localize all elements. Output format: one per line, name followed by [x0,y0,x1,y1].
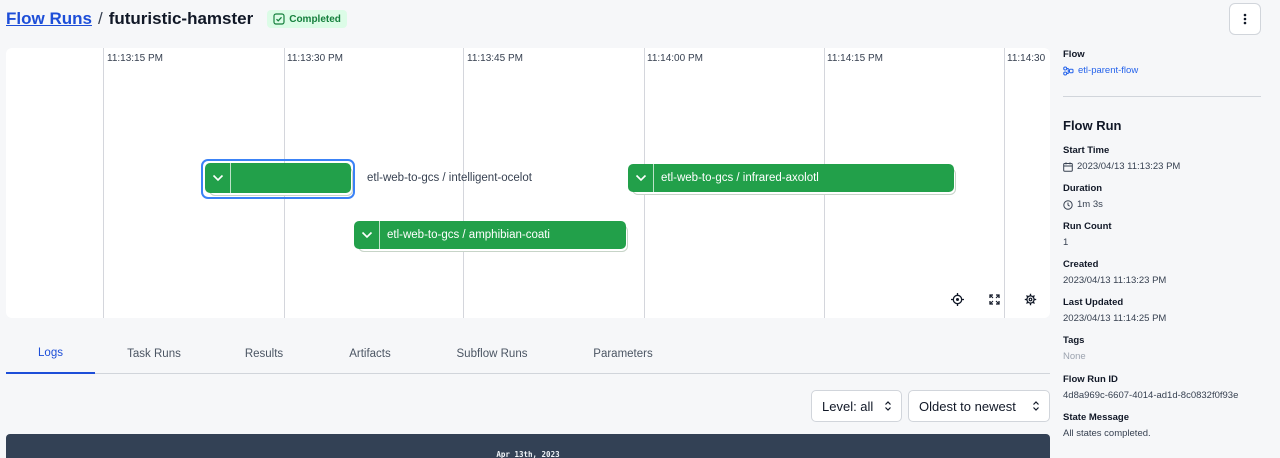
duration-value: 1m 3s [1063,199,1103,210]
tab-artifacts[interactable]: Artifacts [330,334,410,374]
timeline-tick-label: 11:14:00 PM [647,53,703,64]
tab-task-runs[interactable]: Task Runs [106,334,202,374]
chevron-down-icon[interactable] [354,221,380,249]
run-count-value: 1 [1063,237,1069,248]
status-badge: Completed [267,10,347,28]
timeline-node-infrared-axolotl[interactable]: etl-web-to-gcs / infrared-axolotl [628,164,956,195]
log-level-select[interactable]: Level: all [811,390,902,422]
timeline-node-amphibian-coati[interactable]: etl-web-to-gcs / amphibian-coati [354,221,628,252]
node-bar: etl-web-to-gcs / infrared-axolotl [628,164,954,192]
page-header: Flow Runs / futuristic-hamster Completed [6,6,347,32]
last-updated-value: 2023/04/13 11:14:25 PM [1063,313,1167,324]
node-bar: etl-web-to-gcs / amphibian-coati [354,221,626,249]
run-count-label: Run Count [1063,221,1112,232]
clock-icon [1063,199,1073,210]
more-vertical-icon [1243,13,1247,25]
timeline-gridline [103,48,104,318]
timeline-tick-label: 11:13:45 PM [467,53,523,64]
timeline-node-label[interactable]: etl-web-to-gcs / intelligent-ocelot [367,172,532,184]
tab-bar: Logs Task Runs Results Artifacts Subflow… [6,334,1050,374]
log-order-select[interactable]: Oldest to newest [908,390,1050,422]
duration-text: 1m 3s [1077,199,1103,210]
logs-date-divider: Apr 13th, 2023 [496,450,560,458]
start-time-label: Start Time [1063,145,1110,156]
timeline-gridline [1004,48,1005,318]
logs-panel[interactable]: Apr 13th, 2023 [6,434,1050,458]
tab-parameters[interactable]: Parameters [578,334,668,374]
flow-run-timeline[interactable]: 11:13:15 PM 11:13:30 PM 11:13:45 PM 11:1… [6,48,1050,318]
chevron-down-icon[interactable] [205,163,231,193]
state-message-value: All states completed. [1063,428,1151,439]
last-updated-label: Last Updated [1063,297,1124,308]
calendar-icon [1063,161,1073,172]
tab-results[interactable]: Results [226,334,302,374]
log-level-select-value: Level: all [822,398,874,414]
more-options-button[interactable] [1229,3,1261,35]
timeline-node-label: etl-web-to-gcs / amphibian-coati [387,229,550,241]
timeline-tick-label: 11:13:15 PM [107,53,163,64]
status-badge-label: Completed [289,13,341,25]
flow-run-id-label: Flow Run ID [1063,374,1118,385]
chevron-up-down-icon [885,401,891,411]
start-time-text: 2023/04/13 11:13:23 PM [1077,161,1181,172]
tab-subflow-runs[interactable]: Subflow Runs [442,334,542,374]
created-label: Created [1063,259,1099,270]
sidebar-divider [1063,96,1261,97]
tags-label: Tags [1063,335,1085,346]
start-time-value: 2023/04/13 11:13:23 PM [1063,161,1180,172]
duration-label: Duration [1063,183,1103,194]
timeline-tick-label: 11:14:15 PM [827,53,883,64]
settings-icon[interactable] [1023,292,1037,306]
flow-link[interactable]: etl-parent-flow [1063,65,1138,76]
flow-label: Flow [1063,49,1085,60]
breadcrumb-separator: / [97,9,103,28]
created-value: 2023/04/13 11:13:23 PM [1063,275,1167,286]
chevron-down-icon[interactable] [628,164,654,192]
state-message-label: State Message [1063,412,1130,423]
timeline-node-label: etl-web-to-gcs / infrared-axolotl [661,172,819,184]
flow-run-id-value: 4d8a969c-6607-4014-ad1d-8c0832f0f93e [1063,390,1239,401]
chevron-up-down-icon [1033,401,1039,411]
timeline-tick-label: 11:14:30 [1007,53,1046,64]
tags-value: None [1063,351,1086,362]
timeline-tick-label: 11:13:30 PM [287,53,343,64]
check-square-icon [273,13,285,25]
flow-icon [1063,66,1074,75]
timeline-node-intelligent-ocelot[interactable] [205,163,353,196]
node-bar [205,163,351,193]
breadcrumb-flow-runs-link[interactable]: Flow Runs [6,9,92,29]
recenter-icon[interactable] [950,292,964,306]
flow-link-label: etl-parent-flow [1078,65,1139,76]
fullscreen-icon[interactable] [987,292,1001,306]
tab-logs[interactable]: Logs [6,334,95,374]
log-order-select-value: Oldest to newest [919,398,1016,414]
page-title: futuristic-hamster [108,9,254,28]
flow-run-section-title: Flow Run [1063,118,1122,133]
